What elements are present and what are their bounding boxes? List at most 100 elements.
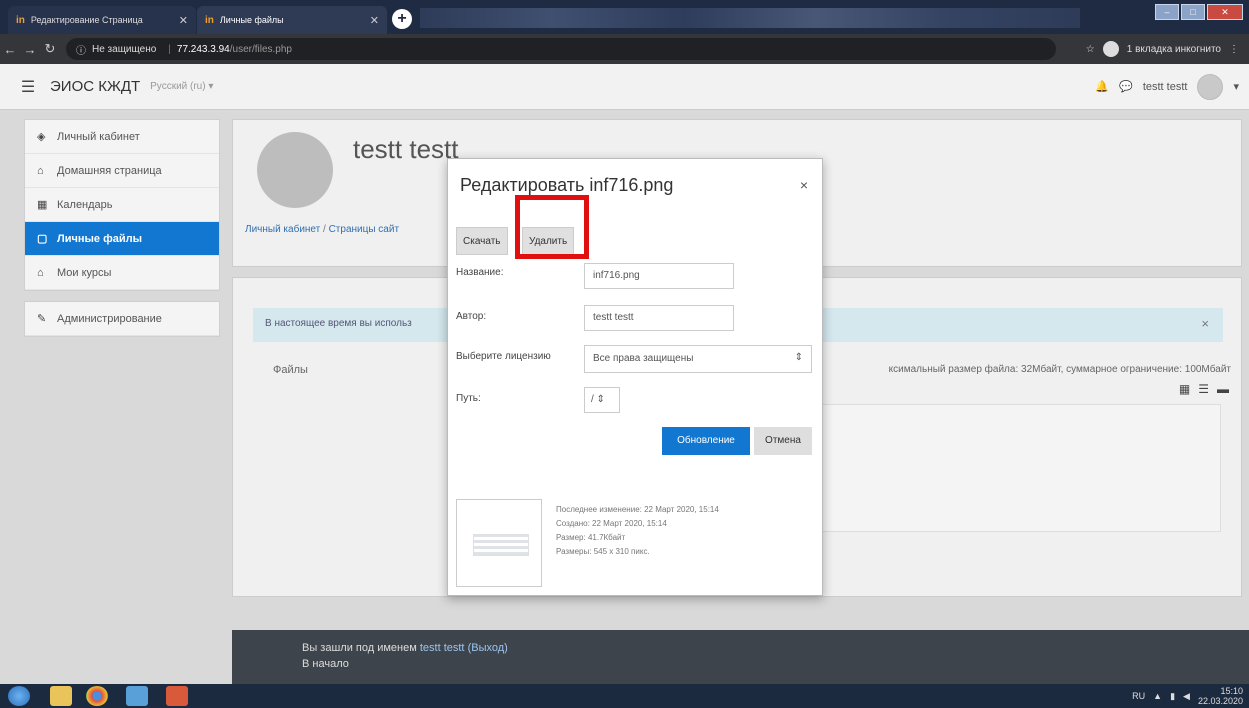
tray-arrow-icon[interactable]: ▲ xyxy=(1153,691,1162,701)
avatar[interactable] xyxy=(1197,73,1224,100)
info-icon[interactable]: ⓘ xyxy=(76,42,86,57)
meta-dimensions: Размеры: 545 x 310 пикс. xyxy=(556,547,650,556)
incognito-icon[interactable] xyxy=(1102,41,1119,57)
update-button[interactable]: Обновление xyxy=(662,427,750,455)
sidebar-item-administration[interactable]: ✎ Администрирование xyxy=(25,302,219,336)
browser-tab-edit[interactable]: in Редактирование Страница ✕ xyxy=(8,6,196,34)
user-name[interactable]: testt testt xyxy=(1143,81,1188,93)
back-icon[interactable]: ← xyxy=(0,42,20,57)
clock-date: 22.03.2020 xyxy=(1197,696,1243,706)
sidebar-item-private-files[interactable]: ▢ Личные файлы xyxy=(25,222,219,256)
user-menu-chevron-icon[interactable]: ▾ xyxy=(1233,80,1239,93)
incognito-label[interactable]: 1 вкладка инкогнито xyxy=(1127,44,1221,55)
sidebar-item-label: Личный кабинет xyxy=(57,130,140,143)
tab-label: Личные файлы xyxy=(219,15,284,25)
logout-link[interactable]: (Выход) xyxy=(468,642,508,654)
os-taskbar: RU ▲ ▮ ◀ 15:10 22.03.2020 xyxy=(0,684,1249,708)
moodle-favicon-icon: in xyxy=(16,14,25,26)
new-tab-button[interactable]: + xyxy=(392,9,412,29)
site-brand[interactable]: ЭИОС КЖДТ xyxy=(50,78,140,95)
file-drop-area[interactable] xyxy=(813,404,1221,532)
path-select[interactable]: / ⇕ xyxy=(584,387,620,413)
meta-created: Создано: 22 Март 2020, 15:14 xyxy=(556,519,667,528)
select-arrows-icon: ⇕ xyxy=(794,352,803,363)
app-icon[interactable] xyxy=(126,686,148,706)
dialog-title: Редактировать inf716.png xyxy=(460,175,674,195)
breadcrumb-site-pages[interactable]: Страницы сайт xyxy=(329,224,399,235)
sidebar-item-my-courses[interactable]: ⌂ Мои курсы xyxy=(25,256,219,290)
insecure-label: Не защищено xyxy=(92,43,157,55)
sidebar-item-label: Администрирование xyxy=(57,312,162,325)
delete-button[interactable]: Удалить xyxy=(522,227,575,255)
list-view-icon[interactable]: ☰ xyxy=(1198,382,1209,396)
clock-time: 15:10 xyxy=(1220,686,1243,696)
minimize-button[interactable]: – xyxy=(1155,4,1179,20)
volume-icon[interactable]: ◀ xyxy=(1183,691,1190,702)
close-icon[interactable]: × xyxy=(800,177,808,193)
avatar xyxy=(257,132,333,208)
calendar-icon: ▦ xyxy=(37,199,48,211)
tab-close-icon[interactable]: ✕ xyxy=(179,14,188,27)
star-icon[interactable]: ☆ xyxy=(1086,44,1095,55)
sidebar-item-calendar[interactable]: ▦ Календарь xyxy=(25,188,219,222)
sidebar-item-dashboard[interactable]: ◈ Личный кабинет xyxy=(25,120,219,154)
url-field[interactable]: ⓘ Не защищено | 77.243.3.94 /user/files.… xyxy=(66,38,1056,60)
forward-icon[interactable]: → xyxy=(20,42,40,57)
taskbar-decoration xyxy=(420,8,1080,28)
file-thumbnail xyxy=(456,499,542,587)
view-switcher: ▦ ☰ ▬ xyxy=(1179,382,1229,396)
language-indicator[interactable]: RU xyxy=(1132,691,1145,701)
folder-view-icon[interactable]: ▬ xyxy=(1217,382,1229,396)
bell-icon[interactable]: 🔔 xyxy=(1095,80,1109,93)
sidebar-item-label: Домашняя страница xyxy=(57,164,162,177)
sidebar-nav: ◈ Личный кабинет ⌂ Домашняя страница ▦ К… xyxy=(24,119,220,291)
home-link[interactable]: В начало xyxy=(302,656,1179,672)
sidebar-item-label: Мои курсы xyxy=(57,266,112,279)
breadcrumb-dashboard[interactable]: Личный кабинет xyxy=(245,224,320,235)
login-info: Вы зашли под именем testt testt (Выход) xyxy=(302,640,1179,656)
license-label: Выберите лицензию xyxy=(456,351,551,362)
name-field[interactable]: inf716.png xyxy=(584,263,734,289)
browser-menu-icon[interactable]: ⋮ xyxy=(1229,44,1239,55)
language-label: Русский (ru) xyxy=(150,81,206,92)
chrome-icon[interactable] xyxy=(86,686,108,706)
clock[interactable]: 15:10 22.03.2020 xyxy=(1198,686,1243,706)
browser-tab-files[interactable]: in Личные файлы ✕ xyxy=(197,6,387,34)
network-icon[interactable]: ▮ xyxy=(1170,691,1175,702)
home-icon: ⌂ xyxy=(37,164,44,177)
file-icon: ▢ xyxy=(37,233,48,245)
tab-label: Редактирование Страница xyxy=(30,15,143,25)
author-field[interactable]: testt testt xyxy=(584,305,734,331)
footer-user-link[interactable]: testt testt xyxy=(420,642,465,654)
hamburger-menu-icon[interactable]: ☰ xyxy=(8,77,48,97)
file-explorer-icon[interactable] xyxy=(50,686,72,706)
cancel-button[interactable]: Отмена xyxy=(754,427,812,455)
path-value: / xyxy=(591,394,594,405)
start-button-icon[interactable] xyxy=(8,686,30,706)
grid-view-icon[interactable]: ▦ xyxy=(1179,382,1190,396)
browser-actions: ☆ 1 вкладка инкогнито ⋮ xyxy=(1086,41,1249,57)
alert-text: В настоящее время вы использ xyxy=(265,318,412,329)
name-label: Название: xyxy=(456,267,504,278)
sidebar-item-home[interactable]: ⌂ Домашняя страница xyxy=(25,154,219,188)
sidebar-admin: ✎ Администрирование xyxy=(24,301,220,337)
moodle-favicon-icon: in xyxy=(205,14,214,26)
tab-close-icon[interactable]: ✕ xyxy=(370,14,379,27)
maximize-button[interactable]: □ xyxy=(1181,4,1205,20)
alert-close-icon[interactable]: × xyxy=(1201,316,1209,331)
dashboard-icon: ◈ xyxy=(37,131,46,143)
language-selector[interactable]: Русский (ru) ▾ xyxy=(150,81,213,92)
license-select[interactable]: Все права защищены ⇕ xyxy=(584,345,812,373)
powerpoint-icon[interactable] xyxy=(166,686,188,706)
files-label: Файлы xyxy=(273,364,308,376)
author-label: Автор: xyxy=(456,311,487,322)
navbar-user-area: 🔔 💬 testt testt ▾ xyxy=(1095,73,1249,100)
download-button[interactable]: Скачать xyxy=(456,227,508,255)
path-label: Путь: xyxy=(456,393,481,404)
system-tray: RU ▲ ▮ ◀ 15:10 22.03.2020 xyxy=(1132,686,1243,706)
close-window-button[interactable]: ✕ xyxy=(1207,4,1243,20)
reload-icon[interactable]: ↻ xyxy=(40,41,60,57)
address-bar-row: ← → ↻ ⓘ Не защищено | 77.243.3.94 /user/… xyxy=(0,34,1249,64)
url-separator: | xyxy=(168,43,171,55)
message-icon[interactable]: 💬 xyxy=(1119,80,1133,93)
